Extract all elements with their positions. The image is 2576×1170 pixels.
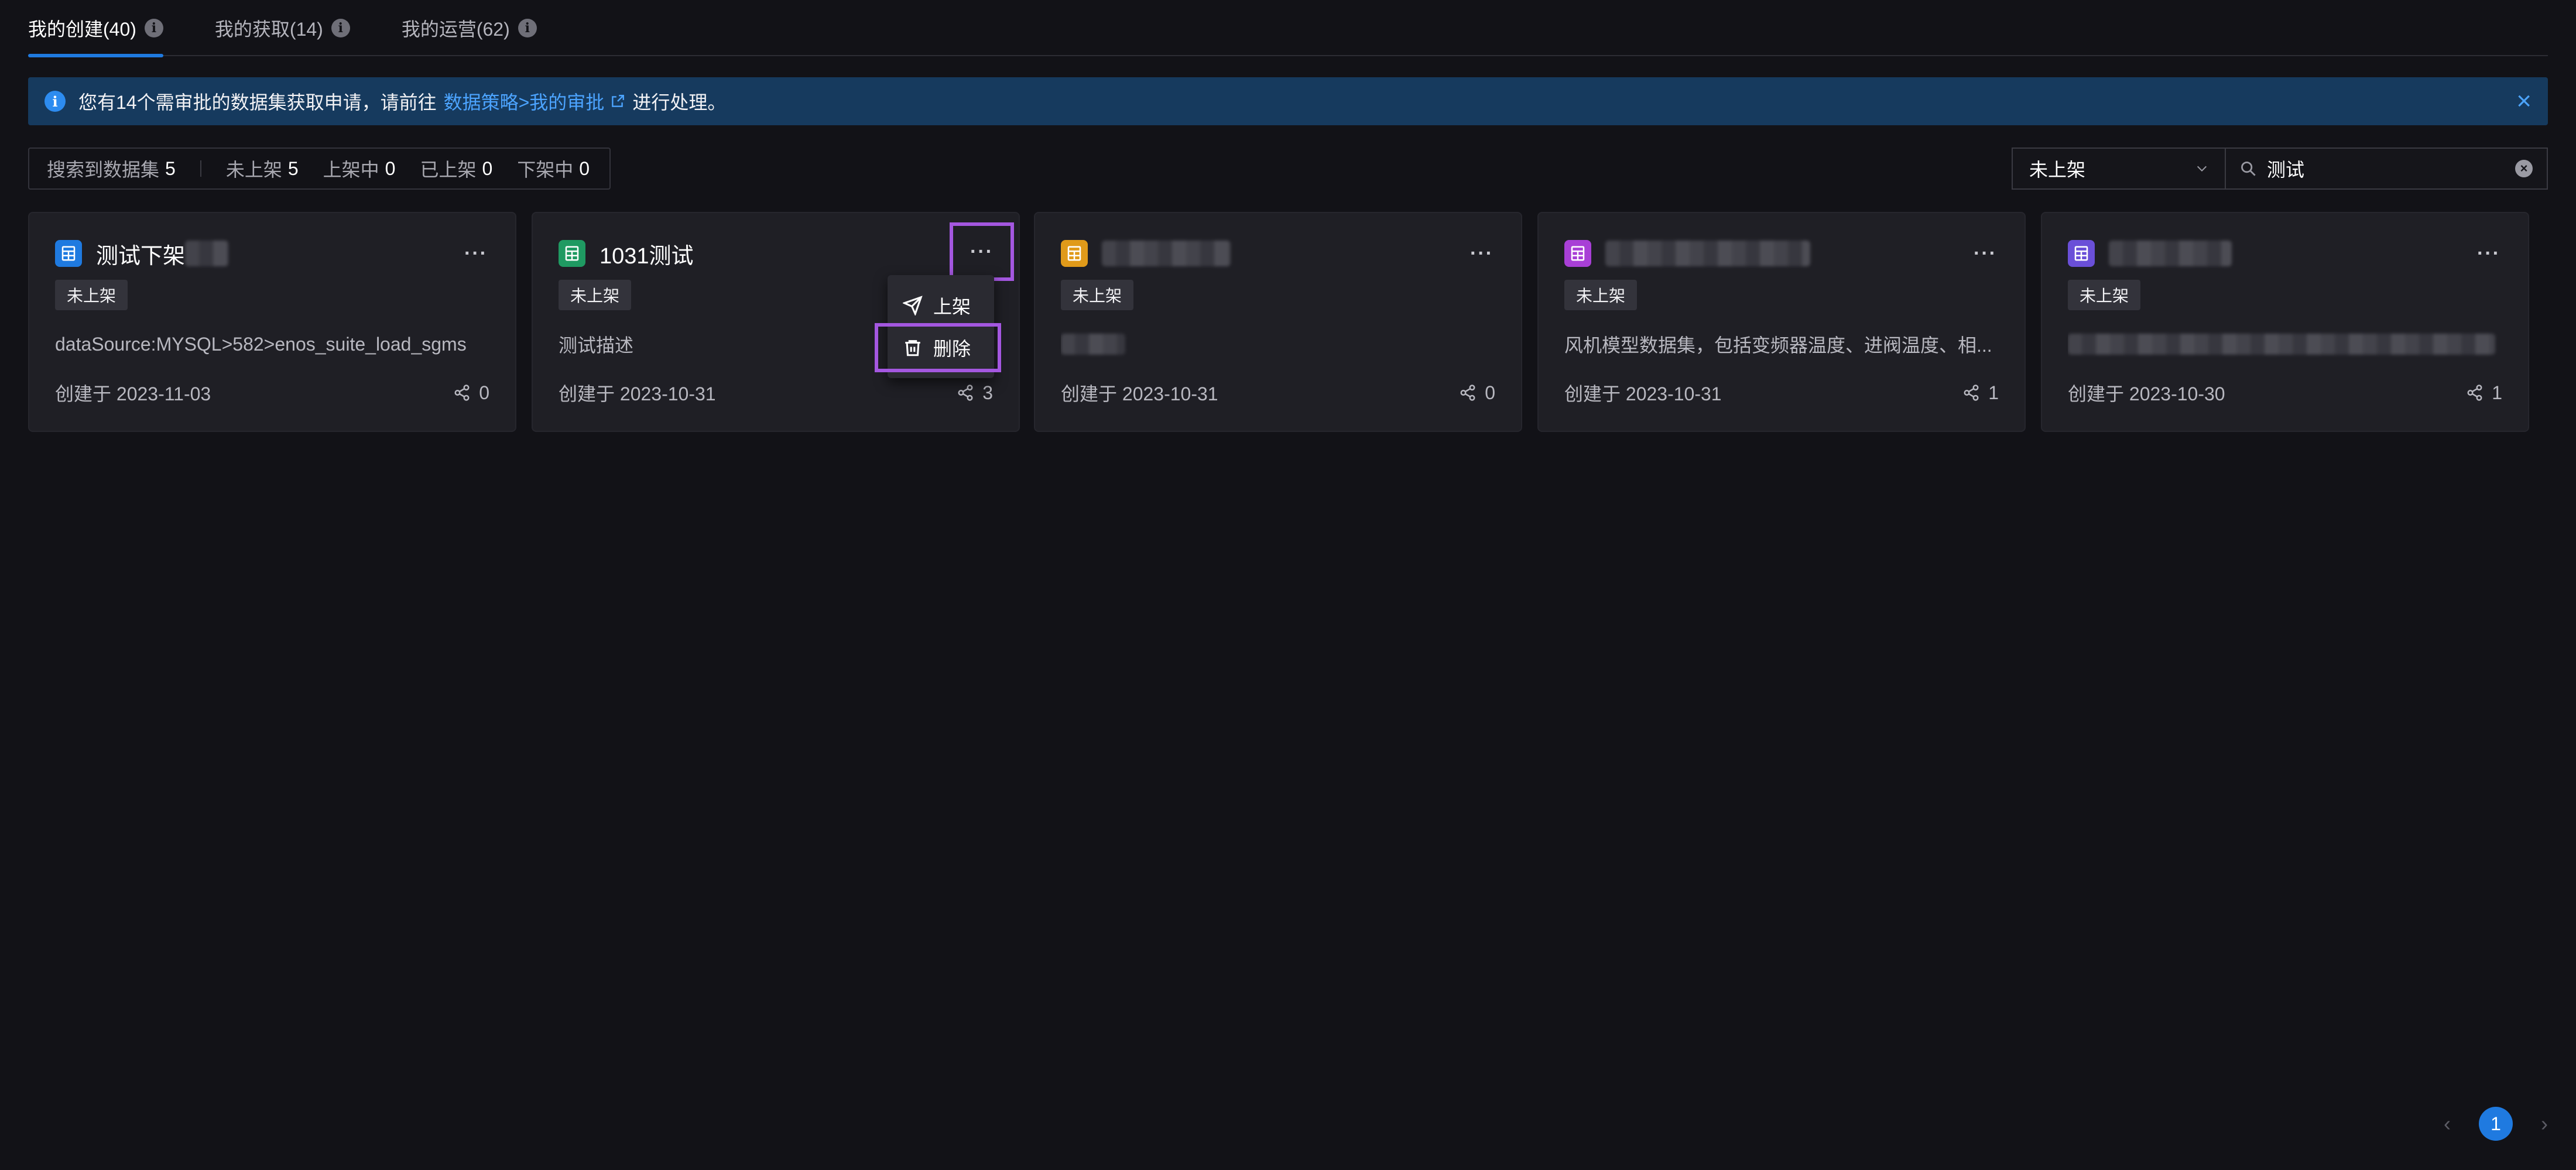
dataset-table-icon [2068,240,2095,267]
share-icon [1460,385,1475,401]
tab-my-operations[interactable]: 我的运营(62) i [402,0,537,56]
tab-label: 我的运营(62) [401,19,510,40]
info-icon[interactable]: i [331,19,350,37]
status-select[interactable]: 未上架 [2012,147,2226,190]
info-icon[interactable]: i [144,19,163,37]
send-icon [903,296,923,315]
dataset-card[interactable]: ··· 未上架 创建于 2023-10-30 1 [2041,212,2529,432]
stat-delisting[interactable]: 下架中 0 [517,155,590,182]
next-page-button[interactable]: › [2533,1111,2556,1135]
share-icon [1964,385,1979,401]
status-select-value: 未上架 [2029,159,2086,180]
tab-bar: 我的创建(40) i 我的获取(14) i 我的运营(62) i [28,0,2548,57]
card-description [2068,330,2505,358]
card-title[interactable]: 测试下架 [96,240,229,269]
close-icon[interactable]: × [2516,88,2532,114]
tab-my-acquired[interactable]: 我的获取(14) i [215,0,350,56]
divider [200,160,201,177]
stat-listing[interactable]: 上架中 0 [323,155,396,182]
card-created-date: 创建于 2023-10-31 [1061,383,1218,404]
card-title[interactable]: 1031测试 [600,240,694,269]
status-badge: 未上架 [55,280,128,310]
info-icon: i [44,91,66,112]
redacted-text [2109,241,2232,266]
card-title[interactable] [2109,240,2232,267]
status-badge: 未上架 [1061,280,1134,310]
search-box: × [2226,147,2548,190]
card-description: dataSource:MYSQL>582>enos_suite_load_sgm… [55,333,467,355]
share-icon [958,385,973,401]
stat-unlisted[interactable]: 未上架 5 [226,155,299,182]
share-count: 1 [2466,379,2502,406]
clear-icon[interactable]: × [2515,160,2533,177]
share-icon [2467,385,2482,401]
redacted-text [1061,334,1125,355]
card-description: 风机模型数据集，包括变频器温度、进阀温度、相... [1564,335,1992,356]
dataset-table-icon [1061,240,1088,267]
search-input[interactable] [2267,157,2515,180]
status-badge: 未上架 [2068,280,2141,310]
notice-after-text: 进行处理。 [632,92,727,113]
dataset-card[interactable]: 测试下架 ··· 未上架 dataSource:MYSQL>582>enos_s… [28,212,516,432]
redacted-text [1102,241,1231,266]
dataset-table-icon [55,240,82,267]
tab-my-created[interactable]: 我的创建(40) i [28,0,163,57]
stat-listed[interactable]: 已上架 0 [420,155,492,182]
share-count: 0 [1459,379,1495,406]
approval-link-label: 数据策略>我的审批 [443,92,605,113]
dataset-table-icon [1564,240,1591,267]
card-created-date: 创建于 2023-10-30 [2068,383,2225,404]
share-count: 0 [453,379,489,406]
status-badge: 未上架 [559,280,632,310]
prev-page-button[interactable]: ‹ [2435,1111,2459,1135]
card-title[interactable] [1102,240,1231,267]
status-badge: 未上架 [1564,280,1638,310]
approval-notice-banner: i 您有14个需审批的数据集获取申请，请前往 数据策略>我的审批 进行处理。 × [28,77,2548,125]
approval-link[interactable]: 数据策略>我的审批 [444,88,626,115]
card-actions-menu: 上架 删除 [875,275,1001,378]
more-options-button[interactable]: ··· [950,222,1014,281]
more-options-button[interactable]: ··· [1971,240,2000,267]
share-count: 1 [1962,379,1999,406]
card-title[interactable] [1605,240,1810,267]
card-description [1061,330,1498,358]
pagination: ‹ 1 › [2435,1106,2556,1141]
page-button-current[interactable]: 1 [2479,1107,2513,1141]
dataset-card[interactable]: ··· 未上架 创建于 2023-10-31 0 [1034,212,1522,432]
redacted-text [185,241,229,266]
card-created-date: 创建于 2023-10-31 [1564,383,1722,404]
tab-label: 我的获取(14) [214,19,323,40]
search-icon [2241,162,2256,176]
card-created-date: 创建于 2023-11-03 [55,383,211,404]
card-created-date: 创建于 2023-10-31 [559,383,716,404]
share-count: 3 [957,379,993,406]
chevron-down-icon [2197,166,2207,172]
stat-found: 搜索到数据集 5 [47,157,176,181]
more-options-button[interactable]: ··· [1467,240,1496,267]
notice-text: 您有14个需审批的数据集获取申请，请前往 [78,92,437,113]
more-options-button[interactable]: ··· [2474,240,2503,267]
dataset-stats-bar: 搜索到数据集 5 未上架 5 上架中 0 已上架 0 下架中 0 [28,147,611,190]
dataset-table-icon [559,240,585,267]
tab-label: 我的创建(40) [28,19,136,40]
redacted-text [2068,334,2495,355]
menu-item-publish[interactable]: 上架 [903,284,971,327]
share-icon [454,385,470,401]
dataset-card[interactable]: ··· 未上架 风机模型数据集，包括变频器温度、进阀温度、相... 创建于 20… [1537,212,2026,432]
more-options-button[interactable]: ··· [461,240,491,267]
redacted-text [1605,241,1810,266]
menu-item-delete[interactable]: 删除 [875,323,1001,372]
info-icon[interactable]: i [518,19,537,37]
trash-icon [905,340,920,356]
external-link-icon [612,95,625,107]
